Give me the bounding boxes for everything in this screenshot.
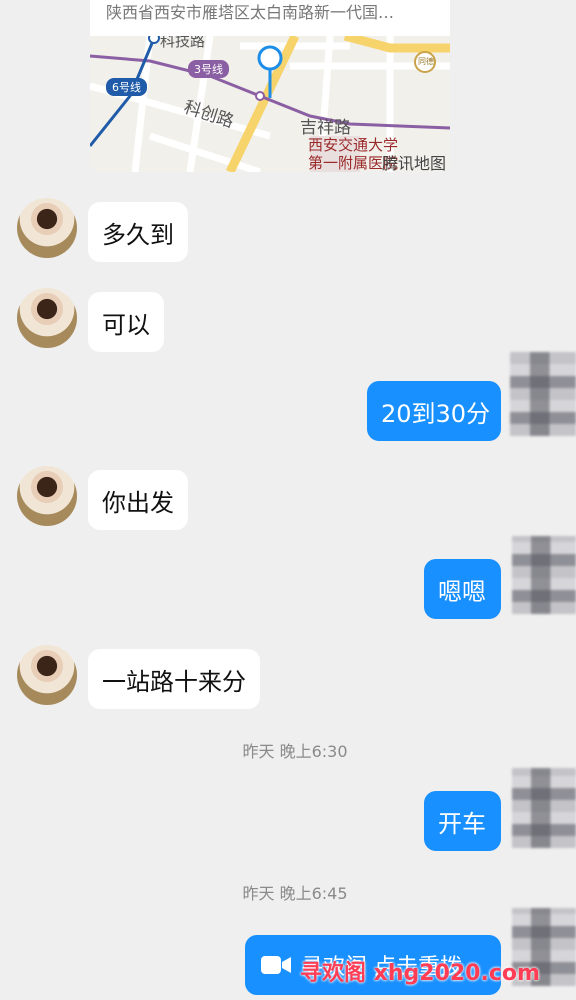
location-address: 陕西省西安市雁塔区太白南路新一代国… <box>90 0 450 36</box>
poi-marker-label: 同德 <box>418 57 434 66</box>
location-card[interactable]: 陕西省西安市雁塔区太白南路新一代国… 科技路 6号线 3号线 科创路 吉祥路 西… <box>90 0 450 172</box>
avatar-self[interactable] <box>512 768 576 848</box>
message-bubble-incoming[interactable]: 多久到 <box>88 202 188 262</box>
watermark: 寻欢阁 xhg2020.com <box>300 961 540 986</box>
timestamp: 昨天 晚上6:30 <box>242 742 348 761</box>
avatar[interactable] <box>17 466 77 526</box>
avatar-self[interactable] <box>510 352 576 436</box>
message-bubble-incoming[interactable]: 你出发 <box>88 470 188 530</box>
map-provider-logo: 腾讯地图 <box>382 154 447 172</box>
avatar[interactable] <box>17 288 77 348</box>
message-bubble-outgoing[interactable]: 开车 <box>424 791 501 851</box>
timestamp: 昨天 晚上6:45 <box>242 884 348 903</box>
message-bubble-outgoing[interactable]: 20到30分 <box>367 381 501 441</box>
message-bubble-outgoing[interactable]: 嗯嗯 <box>424 559 501 619</box>
message-bubble-incoming[interactable]: 一站路十来分 <box>88 649 260 709</box>
metro-badge-3: 3号线 <box>188 60 229 78</box>
avatar-self[interactable] <box>512 536 576 614</box>
avatar[interactable] <box>17 645 77 705</box>
message-bubble-incoming[interactable]: 可以 <box>88 292 164 352</box>
location-map[interactable]: 科技路 6号线 3号线 科创路 吉祥路 西安交通大学 第一附属医院 同德 腾讯地… <box>90 32 450 172</box>
metro-badge-6: 6号线 <box>106 78 147 96</box>
video-camera-icon <box>261 956 291 974</box>
avatar[interactable] <box>17 198 77 258</box>
